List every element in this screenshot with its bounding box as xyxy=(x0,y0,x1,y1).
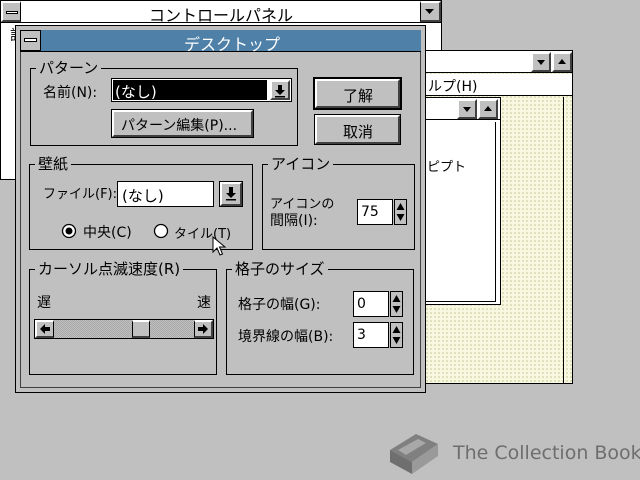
center-radio-label: 中央(C) xyxy=(83,225,132,241)
control-panel-minimize-button[interactable] xyxy=(420,1,441,22)
background-text-fragment: ピプト xyxy=(427,160,467,175)
pattern-name-selected: (なし) xyxy=(113,80,267,101)
radio-selected-icon xyxy=(61,223,77,239)
ok-button[interactable]: 了解 xyxy=(313,77,402,110)
spin-up-icon[interactable] xyxy=(391,323,402,335)
background-window-minimize-button[interactable] xyxy=(531,52,551,72)
cursor-blink-group-legend: カーソル点滅速度(R) xyxy=(35,261,184,277)
menu-help[interactable]: ルプ(H) xyxy=(428,76,477,96)
control-panel-titlebar[interactable]: コントロールパネル xyxy=(1,1,441,25)
control-panel-title: コントロールパネル xyxy=(149,6,294,25)
cancel-button[interactable]: 取消 xyxy=(314,114,401,145)
inner-minimize-button[interactable] xyxy=(457,99,477,119)
chevron-up-icon xyxy=(558,59,566,64)
control-menu-icon xyxy=(6,11,18,14)
wallpaper-dropdown-button[interactable] xyxy=(219,181,243,207)
scroll-thumb[interactable] xyxy=(132,320,150,338)
background-window-inner-frame xyxy=(563,97,572,383)
scroll-right-button[interactable] xyxy=(194,320,213,338)
pattern-name-label: 名前(N): xyxy=(43,85,98,101)
pattern-group-legend: パターン xyxy=(36,60,102,76)
dialog-title: デスクトップ xyxy=(184,35,281,54)
icon-spacing-spinner[interactable] xyxy=(394,199,407,225)
inner-maximize-button[interactable] xyxy=(478,99,498,119)
blink-slow-label: 遅 xyxy=(37,295,51,311)
inner-child-titlebar[interactable] xyxy=(421,98,500,120)
background-window-menubar: ルプ(H) xyxy=(421,74,572,96)
watermark-text: The Collection Book xyxy=(453,442,640,464)
chevron-up-icon xyxy=(484,106,492,111)
icon-group-legend: アイコン xyxy=(268,156,334,172)
pattern-edit-label: パターン編集(P)... xyxy=(121,118,238,134)
inner-child-border xyxy=(423,122,496,302)
wallpaper-file-combobox[interactable]: (なし) xyxy=(117,181,214,207)
grid-size-group-legend: 格子のサイズ xyxy=(232,261,328,277)
grid-border-input[interactable]: 3 xyxy=(353,322,389,348)
background-window: ルプ(H) ピプト xyxy=(420,50,573,384)
spin-down-icon[interactable] xyxy=(391,304,402,316)
book-icon xyxy=(390,434,438,474)
spin-down-icon[interactable] xyxy=(395,212,406,224)
pattern-name-combobox[interactable]: (なし) xyxy=(111,78,292,102)
control-menu-button[interactable] xyxy=(1,1,21,22)
center-radio[interactable]: 中央(C) xyxy=(61,223,151,241)
cancel-button-label: 取消 xyxy=(343,123,374,141)
background-window-maximize-button[interactable] xyxy=(552,52,572,72)
grid-border-label: 境界線の幅(B): xyxy=(238,329,334,345)
icon-spacing-input[interactable]: 75 xyxy=(357,199,393,225)
control-menu-icon xyxy=(24,38,37,42)
spin-up-icon[interactable] xyxy=(391,292,402,304)
scroll-left-button[interactable] xyxy=(35,320,54,338)
spin-up-icon[interactable] xyxy=(395,200,406,212)
chevron-down-icon xyxy=(425,9,434,14)
dropdown-arrow-icon xyxy=(275,85,285,98)
mouse-pointer-icon xyxy=(212,236,227,256)
icon-spacing-value: 75 xyxy=(361,204,379,220)
dialog-control-menu-button[interactable] xyxy=(20,30,41,51)
pattern-edit-button[interactable]: パターン編集(P)... xyxy=(111,109,254,138)
blink-fast-label: 速 xyxy=(197,295,211,311)
grid-granularity-value: 0 xyxy=(357,296,366,312)
dropdown-arrow-icon xyxy=(226,187,236,201)
scroll-right-icon xyxy=(198,324,208,334)
dialog-titlebar[interactable]: デスクトップ xyxy=(20,30,421,54)
blink-rate-scrollbar[interactable] xyxy=(34,319,214,339)
icon-spacing-label-line2: 間隔(I): xyxy=(270,213,318,229)
inner-child-window xyxy=(420,97,501,305)
chevron-down-icon xyxy=(463,107,471,112)
ok-button-label: 了解 xyxy=(343,87,374,105)
scroll-left-icon xyxy=(40,324,50,334)
wallpaper-group-legend: 壁紙 xyxy=(35,156,72,172)
radio-unselected-icon xyxy=(153,223,169,239)
watermark: The Collection Book xyxy=(386,430,640,476)
pattern-dropdown-button[interactable] xyxy=(270,80,290,100)
spin-down-icon[interactable] xyxy=(391,335,402,347)
grid-granularity-spinner[interactable] xyxy=(390,291,403,317)
grid-border-spinner[interactable] xyxy=(390,322,403,348)
wallpaper-file-label: ファイル(F): xyxy=(43,187,118,202)
pattern-name-value: (なし) xyxy=(115,83,157,101)
desktop-dialog: デスクトップ パターン 名前(N): (なし) パターン編集(P)... 了解 … xyxy=(15,25,426,393)
grid-granularity-label: 格子の幅(G): xyxy=(238,297,321,313)
background-window-titlebar[interactable] xyxy=(421,51,572,73)
wallpaper-file-value: (なし) xyxy=(122,187,164,205)
chevron-down-icon xyxy=(537,60,545,65)
grid-granularity-input[interactable]: 0 xyxy=(353,291,389,317)
grid-border-value: 3 xyxy=(357,327,366,343)
